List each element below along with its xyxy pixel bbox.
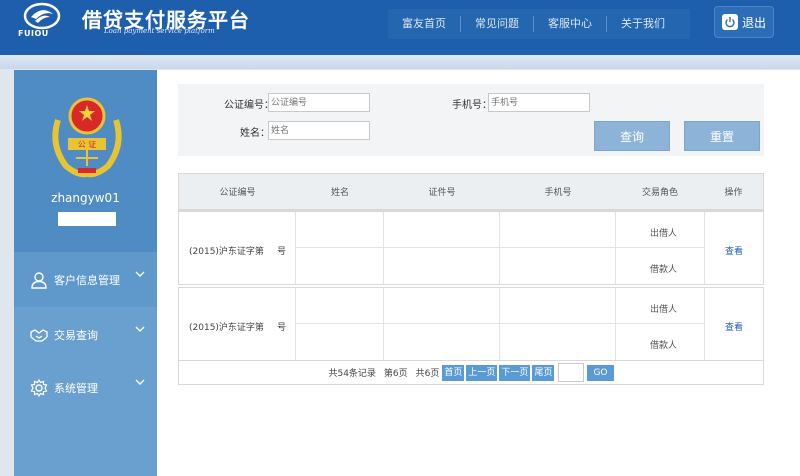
results-table: 公证编号 姓名 证件号 手机号 交易角色 操作 — [178, 173, 764, 211]
username: zhangyw01 — [51, 191, 120, 205]
logo-text: FUIOU — [18, 29, 49, 38]
top-nav: 富友首页 常见问题 客服中心 关于我们 — [388, 9, 690, 39]
go-button[interactable]: GO — [587, 364, 614, 381]
notary-suffix: 号 — [277, 323, 287, 333]
prev-page-button[interactable]: 上一页 — [466, 364, 498, 381]
col-name: 姓名 — [330, 188, 349, 198]
profile-panel: 公 证 zhangyw01 — [14, 70, 157, 252]
nav-service[interactable]: 客服中心 — [534, 16, 607, 32]
svg-text:公 证: 公 证 — [78, 140, 97, 149]
view-link[interactable]: 查看 — [725, 320, 743, 333]
reset-button[interactable]: 重置 — [684, 121, 760, 151]
phone-input[interactable] — [488, 93, 590, 112]
total-records: 共54条记录 — [328, 369, 376, 379]
pagination: 共54条记录 第6页 共6页 首页 上一页 下一页 尾页 GO — [178, 361, 764, 385]
chevron-down-icon — [135, 379, 145, 385]
masked-user-info — [58, 212, 116, 226]
search-panel: 公证编号： 手机号： 姓名： 查询 重置 — [178, 84, 764, 156]
nav-faq[interactable]: 常见问题 — [461, 16, 534, 32]
col-phone: 手机号 — [544, 188, 572, 198]
role-lender: 出借人 — [650, 229, 678, 239]
notary-number: (2015)沪东证字第 — [189, 323, 264, 333]
top-header: FUIOU 借贷支付服务平台 Loan payment service plat… — [0, 0, 800, 55]
chevron-down-icon — [135, 271, 145, 277]
header-banner — [0, 55, 800, 69]
chevron-down-icon — [135, 326, 145, 332]
sidebar: 公 证 zhangyw01 客户信息管理 交易查询 系统管理 — [14, 70, 157, 476]
col-action: 操作 — [724, 188, 743, 198]
name-label: 姓名： — [240, 128, 270, 139]
last-page-button[interactable]: 尾页 — [532, 364, 555, 381]
fuiou-logo[interactable]: FUIOU — [16, 2, 72, 46]
notary-label: 公证编号： — [224, 100, 274, 111]
table-header: 公证编号 姓名 证件号 手机号 交易角色 操作 — [179, 174, 763, 210]
notary-suffix: 号 — [277, 247, 287, 257]
brand-subtitle: Loan payment service platform — [104, 27, 215, 35]
col-notary: 公证编号 — [219, 188, 256, 198]
role-lender: 出借人 — [650, 305, 678, 315]
page-number-input[interactable] — [558, 363, 585, 382]
menu-label: 交易查询 — [54, 328, 98, 342]
query-button[interactable]: 查询 — [594, 121, 670, 151]
power-icon — [721, 14, 738, 30]
phone-label: 手机号： — [452, 100, 492, 111]
nav-home[interactable]: 富友首页 — [388, 16, 461, 32]
logo-icon — [23, 2, 61, 30]
name-input[interactable] — [268, 121, 370, 140]
notary-input[interactable] — [268, 93, 370, 112]
nav-about[interactable]: 关于我们 — [607, 16, 679, 32]
notary-emblem-icon: 公 证 — [52, 97, 122, 178]
menu-transaction-query[interactable]: 交易查询 — [14, 307, 157, 363]
table-row: (2015)沪东证字第 号 出借人 借款人 查看 — [178, 287, 764, 361]
role-borrower: 借款人 — [650, 265, 678, 275]
table-row: (2015)沪东证字第 号 出借人 借款人 查看 — [178, 211, 764, 285]
menu-customer-info[interactable]: 客户信息管理 — [14, 252, 157, 308]
role-borrower: 借款人 — [650, 341, 678, 351]
first-page-button[interactable]: 首页 — [442, 364, 465, 381]
menu-label: 系统管理 — [54, 382, 98, 395]
gear-icon — [30, 379, 48, 397]
current-page: 第6页 — [383, 369, 408, 379]
col-id: 证件号 — [428, 188, 456, 198]
view-link[interactable]: 查看 — [725, 244, 743, 257]
logout-button[interactable]: 退出 — [714, 6, 774, 38]
next-page-button[interactable]: 下一页 — [499, 364, 531, 381]
col-role: 交易角色 — [641, 188, 678, 198]
notary-number: (2015)沪东证字第 — [189, 247, 264, 257]
menu-label: 客户信息管理 — [54, 273, 120, 287]
total-pages: 共6页 — [415, 369, 440, 379]
logout-label: 退出 — [741, 15, 766, 30]
handshake-icon — [30, 328, 48, 342]
menu-system-management[interactable]: 系统管理 — [14, 360, 157, 416]
user-icon — [31, 271, 47, 289]
